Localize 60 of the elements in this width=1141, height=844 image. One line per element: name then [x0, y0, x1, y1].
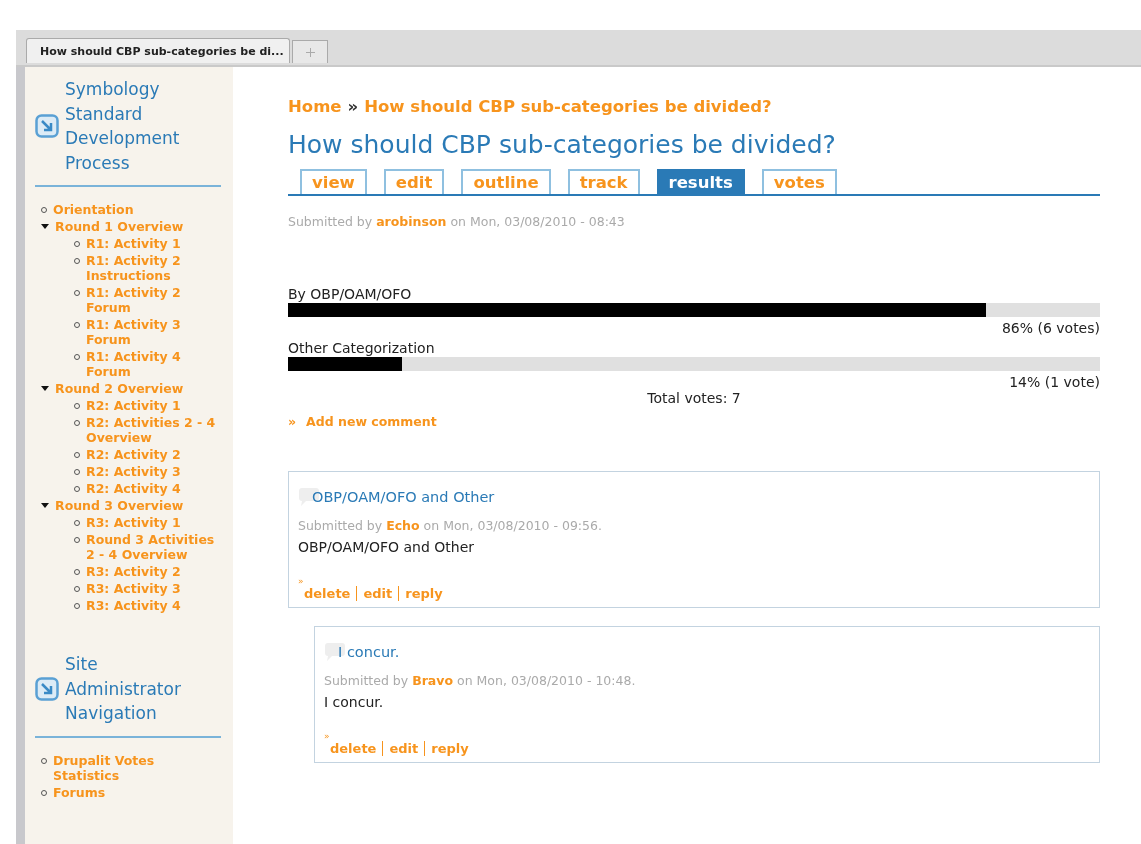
tab[interactable]: votes: [761, 169, 837, 194]
choice-label: By OBP/OAM/OFO: [288, 285, 413, 303]
comment-link[interactable]: edit: [382, 741, 425, 756]
sidebar-link[interactable]: R1: Activity 1: [86, 235, 181, 252]
sidebar-link[interactable]: R3: Activity 3: [86, 580, 181, 597]
comment-meta: Submitted by Bravo on Mon, 03/08/2010 - 10:48.: [324, 673, 637, 688]
comment-link[interactable]: reply: [424, 741, 475, 756]
sidebar-link[interactable]: Drupalit Votes Statistics: [53, 751, 221, 784]
sidebar-link[interactable]: R2: Activity 3: [86, 463, 181, 480]
tab[interactable]: edit: [383, 169, 445, 194]
breadcrumb-link[interactable]: Home: [288, 97, 342, 116]
sidebar-link[interactable]: R1: Activity 2 Forum: [86, 284, 221, 316]
bullet-glyph: »: [324, 732, 331, 741]
comment-link[interactable]: reply: [398, 586, 449, 601]
expanded-triangle-icon[interactable]: [41, 386, 49, 391]
submitted-info: Submitted by arobinson on Mon, 03/08/2010 - 08:43: [288, 214, 626, 229]
tab[interactable]: track: [567, 169, 640, 194]
page-title: How should CBP sub-categories be divided?: [288, 130, 837, 159]
comment-link[interactable]: delete: [304, 586, 357, 601]
comment-title[interactable]: I concur.: [338, 644, 400, 660]
sidebar-link[interactable]: R3: Activity 4: [86, 597, 181, 614]
block-title: Site Administrator Navigation: [65, 653, 182, 725]
result-reading: 14% (1 vote): [1008, 373, 1100, 392]
sidebar-link[interactable]: Round 2 Overview: [55, 380, 221, 397]
sidebar-link[interactable]: Forums: [53, 783, 106, 801]
bullet-glyph: »: [288, 414, 297, 429]
sidebar-link[interactable]: R1: Activity 2 Instructions: [86, 252, 221, 284]
comment-link[interactable]: edit: [356, 586, 399, 601]
sidebar-link[interactable]: R2: Activity 4: [86, 480, 181, 497]
comment-title[interactable]: OBP/OAM/OFO and Other: [312, 489, 495, 505]
comment-body: I concur.: [324, 694, 385, 710]
result-reading: 86% (6 votes): [1000, 319, 1100, 338]
sidebar-link[interactable]: R2: Activities 2 - 4 Overview: [86, 414, 221, 446]
total-votes: Total votes: 7: [646, 390, 742, 406]
add-comment-link[interactable]: Add new comment: [306, 414, 437, 429]
tab[interactable]: results: [656, 169, 745, 194]
sidebar-link[interactable]: Round 3 Activities 2 - 4 Overview: [86, 531, 221, 563]
breadcrumb-link[interactable]: How should CBP sub-categories be divided?: [364, 97, 772, 116]
block-title: Symbology Standard Development Process: [65, 78, 181, 175]
sidebar-link[interactable]: Orientation: [53, 201, 134, 218]
sidebar-link[interactable]: R1: Activity 4 Forum: [86, 348, 221, 380]
comment-link[interactable]: delete: [330, 741, 383, 756]
browser-tab[interactable]: How should CBP sub-categories be di...: [26, 38, 290, 63]
choice-label: Other Categorization: [288, 339, 436, 357]
sidebar-link[interactable]: R2: Activity 1: [86, 397, 181, 414]
sidebar-link[interactable]: R2: Activity 2: [86, 446, 181, 463]
bullet-glyph: »: [298, 577, 305, 586]
comment-meta: Submitted by Echo on Mon, 03/08/2010 - 09:56.: [298, 518, 603, 533]
sidebar-link[interactable]: R3: Activity 2: [86, 563, 181, 580]
sidebar-link[interactable]: R1: Activity 3 Forum: [86, 316, 221, 348]
comment-body: OBP/OAM/OFO and Other: [298, 539, 475, 555]
tab[interactable]: outline: [461, 169, 551, 194]
plus-icon: [305, 47, 315, 57]
expanded-triangle-icon[interactable]: [41, 224, 49, 229]
expanded-triangle-icon[interactable]: [41, 503, 49, 508]
sidebar-link[interactable]: Round 3 Overview: [55, 497, 221, 514]
tab[interactable]: view: [300, 169, 367, 194]
breadcrumb-separator: »: [347, 97, 359, 116]
sidebar-link[interactable]: Round 1 Overview: [55, 218, 221, 235]
sidebar-link[interactable]: R3: Activity 1: [86, 514, 181, 531]
